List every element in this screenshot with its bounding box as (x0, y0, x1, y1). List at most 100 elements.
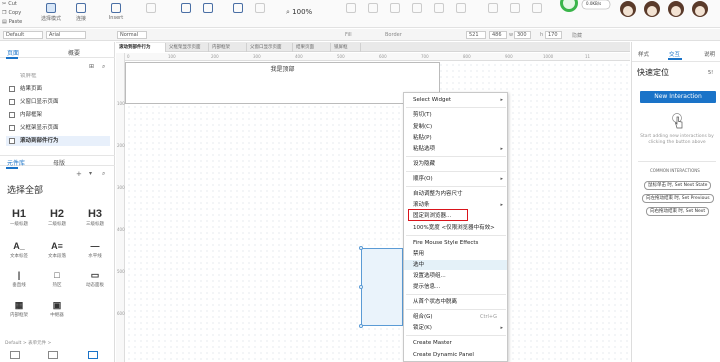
tab-outline[interactable]: 概要 (68, 48, 80, 57)
fill-label[interactable]: Fill (345, 32, 352, 38)
widget-dynamic-panel[interactable]: ▭ 动态面板 (79, 268, 111, 296)
menu-group[interactable]: 组合(G) Ctrl+G (404, 312, 507, 322)
menu-order[interactable]: 顺序(O) ▸ (404, 174, 507, 184)
bottom-button[interactable] (193, 3, 223, 25)
menu-set-hidden[interactable]: 设为隐藏 (404, 159, 507, 169)
menu-lock[interactable]: 锁定(K) ▸ (404, 323, 507, 333)
select-mode-button[interactable]: 选择模式 (36, 3, 66, 25)
resize-handle[interactable] (359, 285, 363, 289)
doc-tab[interactable]: 内部框架 (209, 43, 247, 52)
widget-h1[interactable]: H1 一级标题 (3, 207, 35, 235)
selected-dynamic-panel[interactable] (359, 246, 403, 328)
widget-vline[interactable]: | 垂直线 (3, 268, 35, 296)
menu-tooltip[interactable]: 提示信息... (404, 282, 507, 292)
menu-fit-to-content[interactable]: 自动调整为内容尺寸 (404, 189, 507, 199)
border-label[interactable]: Border (385, 32, 402, 38)
search-pages-icon[interactable]: ⌕ (102, 63, 105, 71)
menu-create-master[interactable]: Create Master (404, 338, 507, 348)
page-item[interactable]: 锁屏框 (6, 73, 110, 79)
w-field[interactable]: 300 (514, 31, 531, 39)
widget-hline[interactable]: — 水平线 (79, 239, 111, 267)
menu-paste[interactable]: 粘贴(P) (404, 133, 507, 143)
menu-selected[interactable]: 选中 (404, 260, 507, 270)
h-field[interactable]: 170 (545, 31, 562, 39)
form-widget-icon[interactable] (88, 351, 98, 359)
header-widget[interactable]: 我是顶部 (125, 62, 440, 104)
widget-repeater[interactable]: ▣ 中继器 (41, 298, 73, 326)
library-footer[interactable]: Default > 表单元件 > (5, 340, 51, 346)
widget-h2[interactable]: H2 二级标题 (41, 207, 73, 235)
widget-name-title[interactable]: 快速定位 (637, 67, 669, 78)
doc-tab[interactable]: 父窗口显示页面 (247, 43, 293, 52)
hidden-label[interactable]: 隐藏 (572, 32, 582, 39)
widget-hotspot[interactable]: □ 热区 (41, 268, 73, 296)
library-menu-icon[interactable]: ▾ (89, 170, 92, 177)
add-page-icon[interactable]: ⊞ (89, 63, 94, 70)
page-item[interactable]: 结果页面 (6, 84, 110, 94)
lock-button[interactable] (522, 3, 552, 25)
doc-tab[interactable]: 结果页面 (293, 43, 331, 52)
widget-inline-frame[interactable]: ▦ 内部框架 (3, 298, 35, 326)
search-library-icon[interactable]: ⌕ (102, 170, 105, 178)
align-bottom-button[interactable] (446, 3, 476, 25)
form-widget-icon[interactable] (10, 351, 20, 359)
page-item-selected[interactable]: 滚动到部件行为 (6, 136, 110, 146)
insert-button[interactable]: Insert (101, 3, 131, 25)
new-interaction-button[interactable]: New Interaction (640, 91, 716, 103)
bring-front-icon (181, 3, 191, 13)
point-button[interactable] (136, 3, 166, 25)
menu-disable[interactable]: 禁用 (404, 249, 507, 259)
ungroup-icon (255, 3, 265, 13)
menu-set-group[interactable]: 设置选项组... (404, 271, 507, 281)
page-icon (9, 138, 15, 144)
widget-h3[interactable]: H3 三级标题 (79, 207, 111, 235)
add-library-icon[interactable]: + (76, 170, 82, 178)
copy-icon: ❐ (2, 10, 7, 16)
doc-tab[interactable]: 父框架显示页面 (166, 43, 209, 52)
tab-notes[interactable]: 说明 (704, 50, 715, 58)
tab-interactions[interactable]: 交互 (667, 50, 683, 60)
tab-masters[interactable]: 母版 (53, 158, 65, 167)
zoom-display[interactable]: ⌕ 100% (286, 8, 312, 17)
common-interaction-drag-right[interactable]: 向右拖动结束 时, Set Next (646, 207, 710, 216)
tab-pages[interactable]: 页面 (5, 48, 19, 59)
menu-cut[interactable]: 剪切(T) (404, 110, 507, 120)
menu-100-width[interactable]: 100%宽度 <仅限浏览器中有效> (404, 223, 507, 233)
menu-divider (406, 335, 506, 336)
menu-select-widget[interactable]: Select Widget ▸ (404, 95, 507, 105)
tab-style[interactable]: 样式 (638, 50, 649, 58)
submenu-arrow-icon: ▸ (500, 176, 503, 182)
y-field[interactable]: 486 (489, 31, 507, 39)
menu-fire-mouse-effects[interactable]: Fire Mouse Style Effects (404, 238, 507, 248)
menu-divider (406, 309, 506, 310)
connect-button[interactable]: 连接 (66, 3, 96, 25)
doc-tab[interactable]: 锁屏框 (331, 43, 361, 52)
style-select[interactable]: Default (3, 31, 43, 39)
doc-tab-active[interactable]: 滚动到部件行为 (116, 43, 166, 52)
form-widget-icon[interactable] (48, 351, 58, 359)
font-select[interactable]: Arial (46, 31, 86, 39)
distribute-v-icon (510, 3, 520, 13)
common-interaction-click[interactable]: 鼠标单击 时, Set Next State (644, 181, 712, 190)
ungroup-button[interactable] (245, 3, 275, 25)
right-panel: 样式 交互 说明 快速定位 5! Start adding new intera… (631, 42, 720, 362)
paste-button[interactable]: ▤ Paste (2, 19, 22, 25)
page-item[interactable]: 父窗口显示页面 (6, 97, 110, 107)
menu-copy[interactable]: 复制(C) (404, 122, 507, 132)
widget-label[interactable]: A_ 文本标签 (3, 239, 35, 267)
copy-button[interactable]: ❐ Copy (2, 10, 21, 16)
menu-paste-options[interactable]: 粘贴选项 ▸ (404, 144, 507, 154)
menu-create-dynamic-panel[interactable]: Create Dynamic Panel (404, 350, 507, 360)
common-interaction-drag-left[interactable]: 向左拖动结束 时, Set Previous (642, 194, 714, 203)
cut-button[interactable]: ✂ Cut (2, 1, 17, 7)
resize-handle[interactable] (359, 246, 363, 250)
menu-break-away[interactable]: 从首个状态中脱离 (404, 297, 507, 307)
page-item[interactable]: 内部框架 (6, 110, 110, 120)
tab-library[interactable]: 元件库 (5, 158, 25, 169)
page-item[interactable]: 父框架显示页面 (6, 123, 110, 133)
submenu-arrow-icon: ▸ (500, 146, 503, 152)
widget-paragraph[interactable]: A≡ 文本段落 (41, 239, 73, 267)
font-style-select[interactable]: Normal (117, 31, 147, 39)
x-field[interactable]: 521 (466, 31, 486, 39)
resize-handle[interactable] (359, 324, 363, 328)
